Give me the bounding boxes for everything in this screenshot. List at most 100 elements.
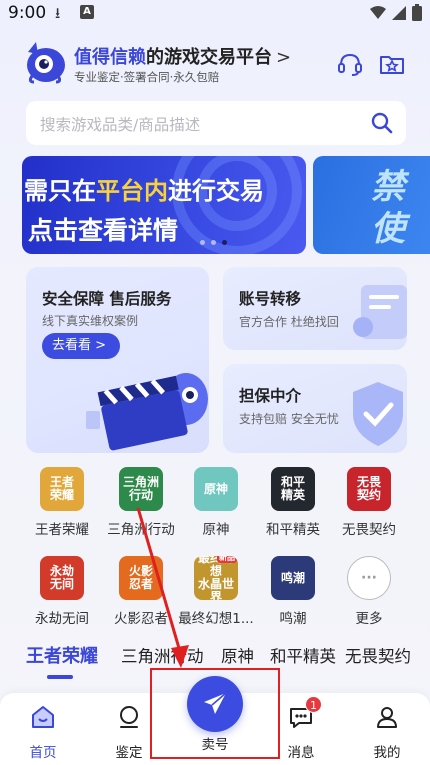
banner-text-post: 进行交易 [168,177,264,205]
security-card[interactable]: 安全保障 售后服务 线下真实维权案例 去看看 > [26,267,209,453]
message-count-badge: 1 [305,696,322,713]
game-label: 原神 [202,522,230,538]
game-icon: 王者 荣耀 [40,467,84,511]
chevron-right-icon: > [276,47,292,68]
game-icon: 最终幻想 水晶世界 新品 [194,556,238,600]
game-icon: 和平 精英 [271,467,315,511]
home-icon [32,706,54,728]
tab-yuanshen[interactable]: 原神 [221,643,254,667]
carousel-dot [211,240,216,245]
game-icon-text: 鸣潮 [280,570,305,585]
promo-banner-next[interactable]: 禁 使 [313,156,430,254]
header-subtitle: 专业鉴定·签署合同·永久包赔 [74,70,220,84]
mascot-logo [27,42,65,84]
game-item[interactable]: 鸣潮 鸣潮 [253,556,333,627]
carousel-dot-active [222,240,227,245]
shield-icon [353,382,403,446]
game-item[interactable]: 原神 原神 [176,467,256,538]
game-label: 王者荣耀 [35,522,89,538]
game-icon: 永劫 无间 [40,556,84,600]
status-time: 9:00 [8,3,47,23]
status-bar: 9:00 ⭳ A [0,0,430,30]
game-icon-text: 王者 荣耀 [49,475,74,502]
game-item[interactable]: 无畏 契约 无畏契约 [329,467,409,538]
tab-wangzhe[interactable]: 王者荣耀 [26,642,98,668]
game-icon: 三角洲 行动 [119,467,163,511]
download-icon: ⭳ [55,4,61,22]
more-icon: ··· [347,556,391,600]
game-item[interactable]: 和平 精英 和平精英 [253,467,333,538]
account-transfer-card[interactable]: 账号转移 官方合作 杜绝找回 [223,267,407,350]
nav-home[interactable]: 首页 [8,703,78,761]
game-item[interactable]: ··· 更多 [329,556,409,627]
search-bar[interactable]: 搜索游戏品类/商品描述 [26,101,406,145]
banner-text-pre: 需只在 [24,177,96,205]
notification-a-icon: A [80,5,94,19]
signal-icon [392,5,406,20]
appraise-icon [120,706,138,728]
security-card-title: 安全保障 售后服务 [42,290,172,308]
wifi-icon [370,5,386,19]
status-icons [370,4,422,21]
transfer-card-subtitle: 官方合作 杜绝找回 [239,315,339,329]
favorites-folder-icon[interactable] [378,50,406,78]
escrow-card-subtitle: 支持包赔 安全无忧 [239,412,339,426]
tab-heping[interactable]: 和平精英 [270,643,336,667]
game-label: 最终幻想1... [178,611,254,627]
game-label: 永劫无间 [35,611,89,627]
transfer-document-icon [353,285,407,339]
game-icon-text: 火影 忍者 [128,564,153,591]
banner-line-1: 需只在平台内进行交易 [24,171,264,206]
search-icon[interactable] [370,111,394,135]
game-item[interactable]: 三角洲 行动三角洲行动 [101,467,181,538]
banner-line-2: 点击查看详情 [28,216,179,245]
game-label: 火影忍者 [114,611,168,627]
game-icon-text: 三角洲 行动 [122,475,159,502]
game-label: 三角洲行动 [107,522,175,538]
search-input[interactable]: 搜索游戏品类/商品描述 [40,113,200,135]
game-icon-text: 原神 [203,481,228,496]
game-item[interactable]: 永劫 无间 永劫无间 [22,556,102,627]
game-icon-text: 永劫 无间 [49,564,74,591]
promo-banner[interactable]: 需只在平台内进行交易 点击查看详情 [22,156,306,254]
game-label: 更多 [355,611,383,627]
carousel-dot [200,240,205,245]
new-badge: 新品 [217,556,237,563]
clapperboard-illustration [86,373,208,451]
battery-icon [412,4,422,21]
view-more-button[interactable]: 去看看 > [42,333,120,359]
annotation-highlight-box [150,668,280,759]
tab-sanjiaozhou[interactable]: 三角洲行动 [121,643,204,667]
banner-text-highlight: 平台内 [96,177,168,205]
game-item[interactable]: 最终幻想 水晶世界 新品最终幻想1... [176,556,256,627]
game-label: 鸣潮 [279,611,307,627]
tab-wuwei[interactable]: 无畏契约 [345,643,411,667]
security-card-subtitle: 线下真实维权案例 [42,314,139,328]
carousel-dots [200,240,227,245]
game-icon: 原神 [194,467,238,511]
escrow-card[interactable]: 担保中介 支持包赔 安全无忧 [223,364,407,453]
game-icon: 鸣潮 [271,556,315,600]
game-item[interactable]: 火影 忍者 火影忍者 [101,556,181,627]
page-title[interactable]: 值得信赖的游戏交易平台 > [74,43,291,69]
title-highlight: 值得信赖 [74,47,146,68]
game-item[interactable]: 王者 荣耀 王者荣耀 [22,467,102,538]
nav-profile[interactable]: 我的 [352,703,422,761]
game-icon: 无畏 契约 [347,467,391,511]
profile-icon [377,707,397,728]
title-rest: 的游戏交易平台 [146,47,272,68]
active-tab-indicator [47,675,73,679]
game-label: 和平精英 [266,522,320,538]
nav-home-label: 首页 [29,745,57,761]
game-icon-text: ··· [361,569,377,586]
header: 值得信赖的游戏交易平台 > 专业鉴定·签署合同·永久包赔 [22,40,412,88]
transfer-card-title: 账号转移 [239,290,302,308]
game-icon-text: 和平 精英 [280,475,305,502]
nav-profile-label: 我的 [373,745,401,761]
escrow-card-title: 担保中介 [239,387,302,405]
customer-service-icon[interactable] [336,50,364,78]
game-icon: 火影 忍者 [119,556,163,600]
game-icon-text: 无畏 契约 [356,475,381,502]
game-label: 无畏契约 [342,522,396,538]
banner-next-text: 禁 使 [371,167,405,249]
